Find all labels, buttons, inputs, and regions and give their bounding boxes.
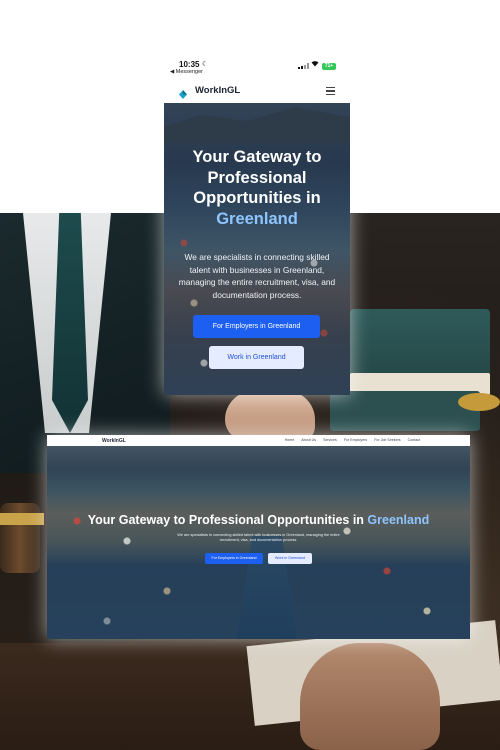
moon-icon: ☾ xyxy=(202,61,209,68)
hamburger-icon[interactable] xyxy=(326,87,335,95)
mobile-screenshot: 10:35 ☾ ◀ Messenger 71+ WorkInGL Your Ga… xyxy=(164,57,350,395)
nav-home[interactable]: Home xyxy=(285,438,295,442)
work-in-greenland-button[interactable]: Work in Greenland xyxy=(209,346,304,369)
desktop-screenshot: WorkInGL Home About Us Services For Empl… xyxy=(47,435,470,639)
hero-mountain-photo xyxy=(164,107,350,143)
hero-title-highlight: Greenland xyxy=(367,513,430,527)
background-lamp xyxy=(458,393,500,411)
hero-title: Your Gateway to Professional Opportuniti… xyxy=(172,147,342,229)
background-book xyxy=(330,391,480,431)
hero-title-highlight: Greenland xyxy=(216,209,298,228)
nav-services[interactable]: Services xyxy=(323,438,337,442)
status-time: 10:35 xyxy=(179,60,200,69)
battery-icon: 71+ xyxy=(322,63,336,70)
logo-icon[interactable] xyxy=(179,86,187,99)
work-in-greenland-button[interactable]: Work in Greenland xyxy=(268,553,312,564)
employers-button[interactable]: For Employers in Greenland xyxy=(193,315,320,338)
hero-description: We are specialists in connecting skilled… xyxy=(178,252,336,300)
background-gavel-ring xyxy=(0,513,44,525)
desktop-hero: Your Gateway to Professional Opportuniti… xyxy=(47,446,470,639)
desktop-navbar: WorkInGL Home About Us Services For Empl… xyxy=(47,435,470,451)
brand-name[interactable]: WorkInGL xyxy=(102,438,126,444)
hero-title: Your Gateway to Professional Opportuniti… xyxy=(47,513,470,527)
hero-description: We are specialists in connecting skilled… xyxy=(177,533,340,543)
nav-for-job-seekers[interactable]: For Job Seekers xyxy=(374,438,400,442)
status-bar: 10:35 ☾ ◀ Messenger 71+ xyxy=(164,57,350,79)
brand-name[interactable]: WorkInGL xyxy=(195,85,240,96)
composite-screenshot: 10:35 ☾ ◀ Messenger 71+ WorkInGL Your Ga… xyxy=(0,0,500,750)
employers-button[interactable]: For Employers in Greenland xyxy=(205,553,263,564)
nav-for-employers[interactable]: For Employers xyxy=(344,438,367,442)
back-to-app-link[interactable]: ◀ Messenger xyxy=(170,69,203,75)
background-hand xyxy=(225,391,315,441)
hero-title-main: Your Gateway to Professional Opportuniti… xyxy=(192,148,322,207)
logo-icon[interactable] xyxy=(95,438,99,451)
background-hand xyxy=(300,643,440,750)
wifi-icon xyxy=(311,60,319,69)
nav-contact[interactable]: Contact xyxy=(408,438,420,442)
mobile-navbar: WorkInGL xyxy=(164,79,350,103)
nav-about-us[interactable]: About Us xyxy=(301,438,316,442)
hero-title-main: Your Gateway to Professional Opportuniti… xyxy=(87,513,364,527)
mobile-hero: Your Gateway to Professional Opportuniti… xyxy=(164,103,350,395)
desktop-menu: Home About Us Services For Employers For… xyxy=(285,438,420,442)
hero-town-photo xyxy=(164,223,350,395)
signal-icon xyxy=(298,63,309,69)
